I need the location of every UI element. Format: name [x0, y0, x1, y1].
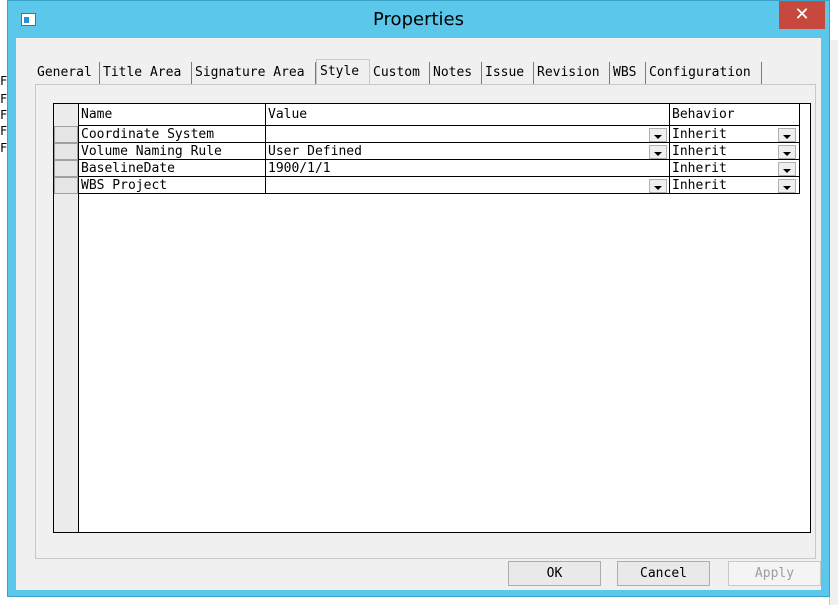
tab-wbs[interactable]: WBS: [610, 62, 646, 84]
tab-title-area[interactable]: Title Area: [100, 62, 192, 84]
column-header-behavior[interactable]: Behavior: [670, 104, 800, 126]
title-bar[interactable]: Properties ✕: [8, 1, 829, 39]
property-value-cell[interactable]: User Defined: [266, 143, 670, 160]
background-scrollbar: [829, 40, 838, 605]
dialog-body: General Title Area Signature Area Style …: [16, 38, 821, 590]
row-selector[interactable]: [54, 126, 78, 143]
tab-notes[interactable]: Notes: [430, 62, 482, 84]
property-name-cell[interactable]: WBS Project: [79, 177, 266, 194]
behavior-dropdown-arrow-icon[interactable]: [778, 128, 796, 142]
property-value-cell[interactable]: [266, 177, 670, 194]
tab-configuration[interactable]: Configuration: [646, 62, 762, 84]
behavior-dropdown-arrow-icon[interactable]: [778, 179, 796, 193]
cancel-button[interactable]: Cancel: [617, 561, 710, 586]
tab-signature-area[interactable]: Signature Area: [192, 62, 316, 84]
apply-button[interactable]: Apply: [728, 561, 821, 586]
style-tab-panel: Name Value Behavior Coordinate System In…: [35, 84, 816, 559]
behavior-text: Inherit: [672, 127, 727, 142]
property-value-text: User Defined: [268, 144, 362, 159]
property-behavior-cell[interactable]: Inherit: [670, 160, 800, 177]
ok-button[interactable]: OK: [508, 561, 601, 586]
behavior-text: Inherit: [672, 161, 727, 176]
tab-issue[interactable]: Issue: [482, 62, 534, 84]
behavior-text: Inherit: [672, 144, 727, 159]
value-dropdown-arrow-icon[interactable]: [649, 128, 667, 142]
property-behavior-cell[interactable]: Inherit: [670, 143, 800, 160]
close-icon: ✕: [794, 4, 810, 25]
row-selector[interactable]: [54, 143, 78, 160]
property-value-cell[interactable]: 1900/1/1: [266, 160, 670, 177]
properties-grid: Name Value Behavior Coordinate System In…: [53, 103, 811, 533]
tab-general[interactable]: General: [34, 62, 100, 84]
tab-custom[interactable]: Custom: [370, 62, 430, 84]
column-header-name[interactable]: Name: [79, 104, 266, 126]
tab-style[interactable]: Style: [316, 59, 370, 84]
behavior-dropdown-arrow-icon[interactable]: [778, 145, 796, 159]
property-behavior-cell[interactable]: Inherit: [670, 126, 800, 143]
behavior-dropdown-arrow-icon[interactable]: [778, 162, 796, 176]
property-name-cell[interactable]: Coordinate System: [79, 126, 266, 143]
property-value-text: 1900/1/1: [268, 161, 331, 176]
property-behavior-cell[interactable]: Inherit: [670, 177, 800, 194]
column-header-value[interactable]: Value: [266, 104, 670, 126]
property-name-cell[interactable]: BaselineDate: [79, 160, 266, 177]
behavior-text: Inherit: [672, 178, 727, 193]
property-name-cell[interactable]: Volume Naming Rule: [79, 143, 266, 160]
row-selector[interactable]: [54, 160, 78, 177]
close-button[interactable]: ✕: [779, 1, 825, 29]
value-dropdown-arrow-icon[interactable]: [649, 179, 667, 193]
properties-dialog: Properties ✕ General Title Area Signatur…: [7, 0, 830, 597]
value-dropdown-arrow-icon[interactable]: [649, 145, 667, 159]
row-selector[interactable]: [54, 177, 78, 194]
tab-revision[interactable]: Revision: [534, 62, 610, 84]
window-title: Properties: [373, 9, 464, 30]
property-value-cell[interactable]: [266, 126, 670, 143]
